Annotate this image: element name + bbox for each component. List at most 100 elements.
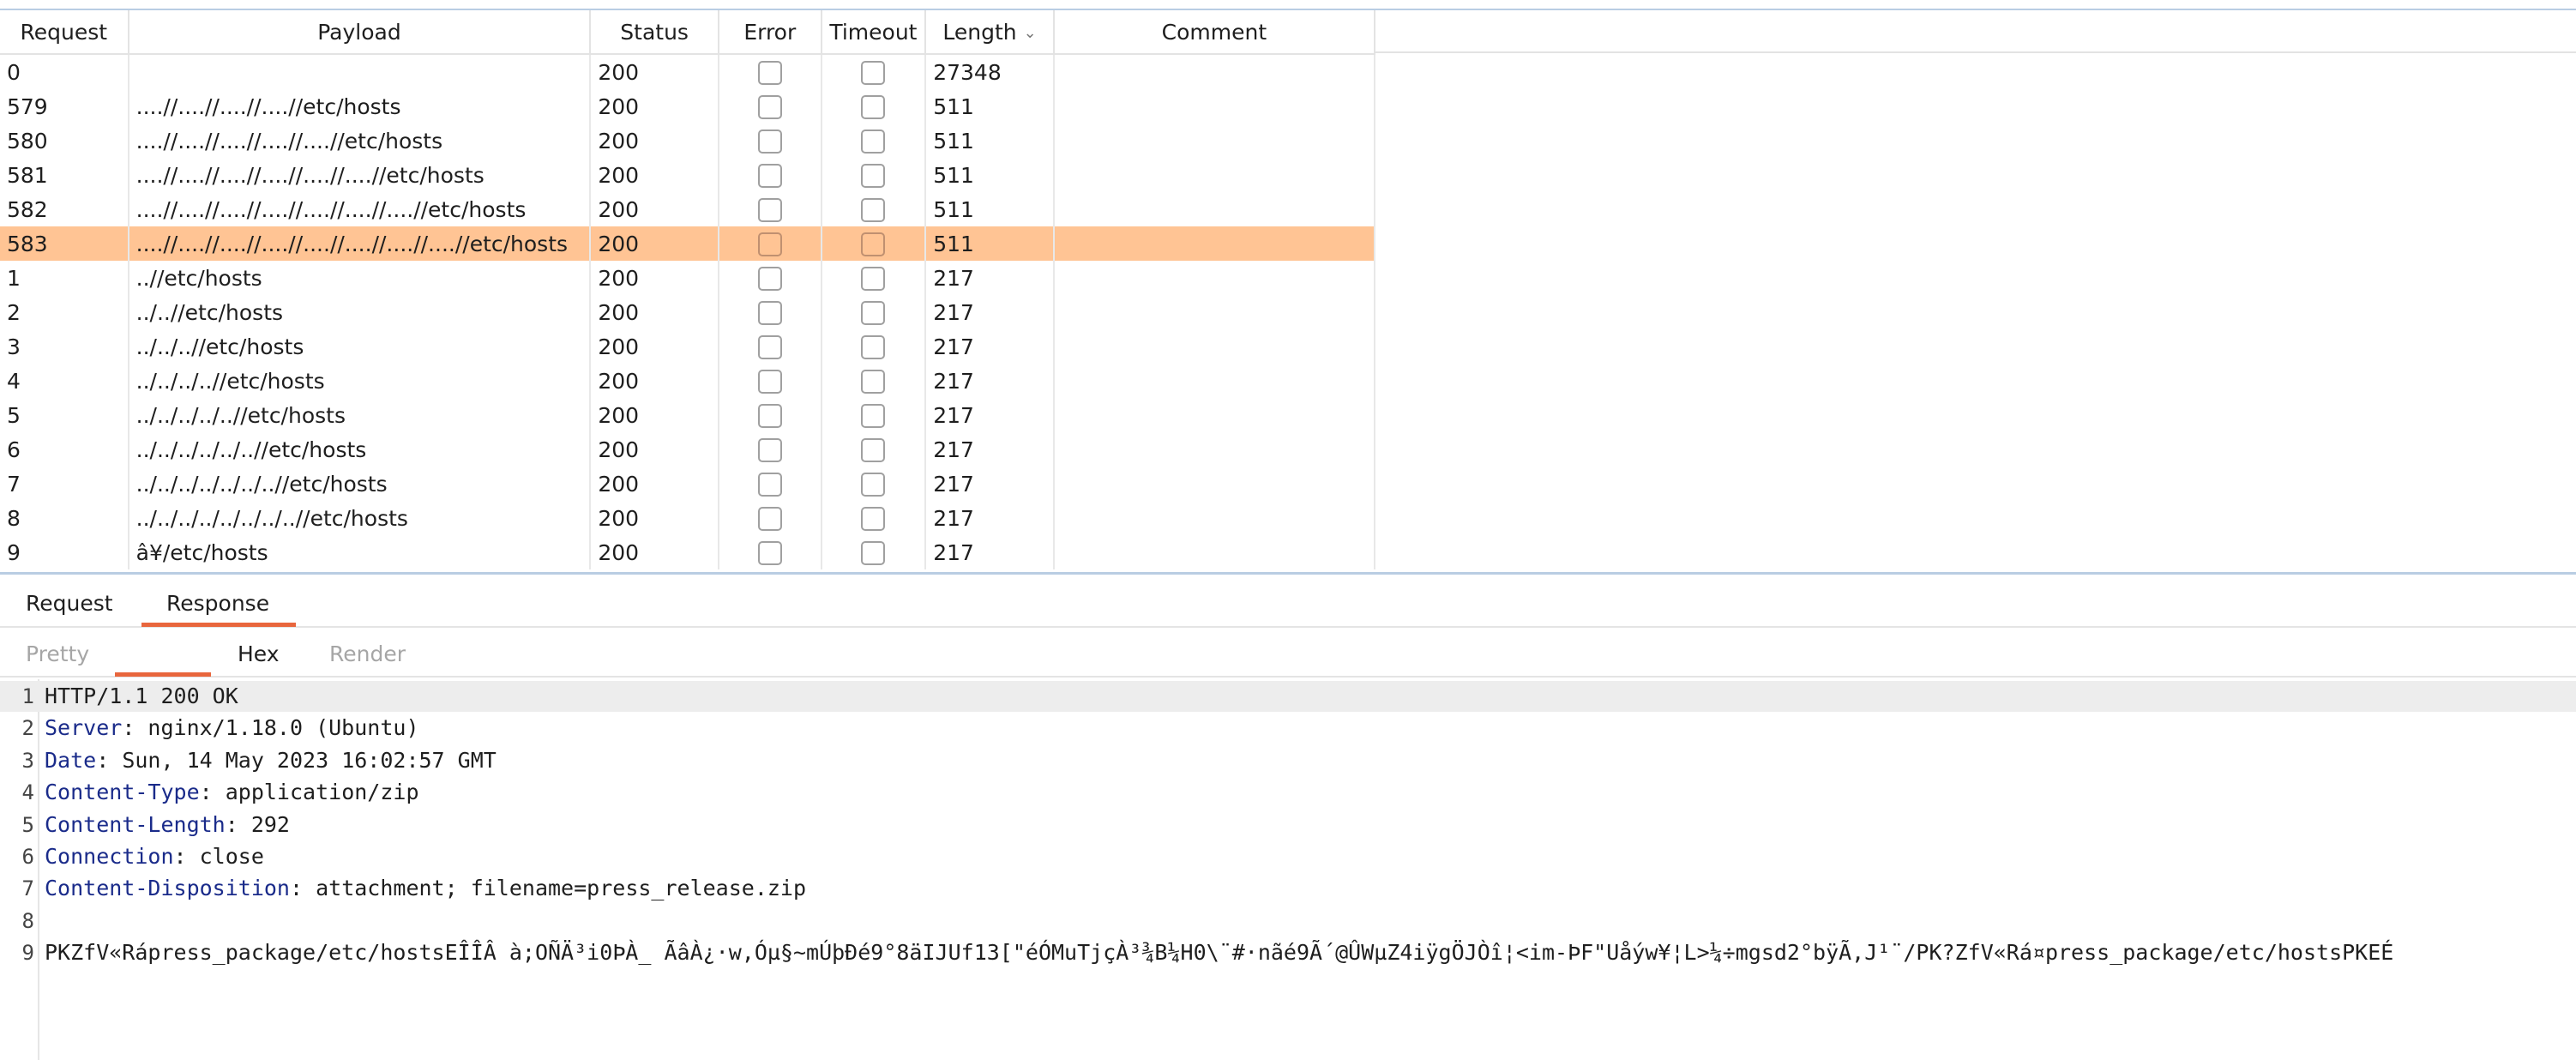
table-row[interactable]: 4 ../../../..//etc/hosts 200 217 — [0, 364, 1376, 398]
response-line: 5 Content-Length: 292 — [0, 810, 2576, 840]
cell-request: 582 — [0, 192, 129, 226]
cell-comment — [1053, 295, 1376, 329]
tab-pretty[interactable]: Pretty — [26, 628, 89, 676]
table-row[interactable]: 7 ../../../../../../..//etc/hosts 200 217 — [0, 467, 1376, 501]
response-line: 9 PKZfV«Rápress_package/etc/hostsEÎÎÂ à;O… — [0, 937, 2576, 968]
table-row[interactable]: 3 ../../..//etc/hosts 200 217 — [0, 329, 1376, 364]
error-checkbox[interactable] — [757, 267, 782, 291]
line-number: 1 — [21, 684, 34, 708]
cell-comment — [1053, 398, 1376, 432]
table-row[interactable]: 5 ../../../../..//etc/hosts 200 217 — [0, 398, 1376, 432]
cell-request: 4 — [0, 364, 129, 398]
cell-payload: â¥/etc/hosts — [128, 535, 592, 569]
error-checkbox[interactable] — [757, 541, 782, 565]
error-checkbox[interactable] — [757, 473, 782, 497]
table-row[interactable]: 9 â¥/etc/hosts 200 217 — [0, 535, 1376, 569]
header-value: : application/zip — [199, 780, 419, 805]
header-filler — [1375, 10, 2576, 53]
error-checkbox[interactable] — [757, 507, 782, 531]
cell-payload: ../../../../../../../..//etc/hosts — [128, 501, 592, 535]
cell-payload — [128, 54, 592, 89]
line-content: Connection: close — [45, 841, 264, 872]
tab-render[interactable]: Render — [329, 628, 406, 676]
timeout-checkbox[interactable] — [861, 301, 886, 325]
column-header-payload[interactable]: Payload — [128, 10, 592, 55]
cell-status: 200 — [590, 123, 719, 158]
cell-error — [718, 89, 822, 123]
active-tab-underline — [141, 623, 296, 627]
cell-timeout — [821, 398, 927, 432]
table-row[interactable]: 2 ../..//etc/hosts 200 217 — [0, 295, 1376, 329]
timeout-checkbox[interactable] — [861, 232, 886, 256]
tab-hex[interactable]: Hex — [238, 628, 280, 676]
column-header-timeout[interactable]: Timeout — [821, 10, 927, 55]
timeout-checkbox[interactable] — [861, 129, 886, 154]
table-row[interactable]: 0 200 27348 — [0, 54, 1376, 89]
error-checkbox[interactable] — [757, 232, 782, 256]
cell-payload: ../../../../../../..//etc/hosts — [128, 467, 592, 501]
timeout-checkbox[interactable] — [861, 541, 886, 565]
timeout-checkbox[interactable] — [861, 198, 886, 222]
results-table-panel: Request Payload Status Error Timeout Len… — [0, 9, 2576, 575]
header-name: Server — [45, 715, 123, 741]
cell-length: 511 — [925, 123, 1055, 158]
line-content: PKZfV«Rápress_package/etc/hostsEÎÎÂ à;OÑ… — [45, 937, 2393, 968]
header-value: PKZfV«Rápress_package/etc/hostsEÎÎÂ à;OÑ… — [45, 940, 2394, 966]
cell-status: 200 — [590, 398, 719, 432]
cell-timeout — [821, 329, 927, 364]
timeout-checkbox[interactable] — [861, 335, 886, 359]
table-row[interactable]: 582 ....//....//....//....//....//....//.… — [0, 192, 1376, 226]
timeout-checkbox[interactable] — [861, 61, 886, 85]
table-row[interactable]: 579 ....//....//....//....//etc/hosts 200 5… — [0, 89, 1376, 123]
tab-response[interactable]: Response — [166, 576, 269, 626]
cell-status: 200 — [590, 226, 719, 261]
cell-comment — [1053, 501, 1376, 535]
timeout-checkbox[interactable] — [861, 473, 886, 497]
table-row[interactable]: 6 ../../../../../..//etc/hosts 200 217 — [0, 432, 1376, 467]
cell-length: 511 — [925, 158, 1055, 192]
cell-payload: ../../../../../..//etc/hosts — [128, 432, 592, 467]
error-checkbox[interactable] — [757, 198, 782, 222]
cell-comment — [1053, 329, 1376, 364]
error-checkbox[interactable] — [757, 438, 782, 462]
error-checkbox[interactable] — [757, 404, 782, 428]
line-number: 5 — [21, 812, 34, 837]
timeout-checkbox[interactable] — [861, 164, 886, 188]
error-checkbox[interactable] — [757, 61, 782, 85]
table-row[interactable]: 580 ....//....//....//....//....//etc/hos… — [0, 123, 1376, 158]
table-row[interactable]: 583 ....//....//....//....//....//....//.… — [0, 226, 1376, 261]
column-header-length[interactable]: Length ⌄ — [925, 10, 1055, 55]
column-header-error[interactable]: Error — [718, 10, 822, 55]
response-editor[interactable]: 1 HTTP/1.1 200 OK 2 Server: nginx/1.18.0 (U… — [0, 679, 2576, 1060]
cell-comment — [1053, 89, 1376, 123]
column-header-request[interactable]: Request — [0, 10, 129, 55]
error-checkbox[interactable] — [757, 129, 782, 154]
error-checkbox[interactable] — [757, 370, 782, 394]
cell-comment — [1053, 364, 1376, 398]
table-row[interactable]: 8 ../../../../../../../..//etc/hosts 200 21… — [0, 501, 1376, 535]
cell-request: 6 — [0, 432, 129, 467]
cell-request: 9 — [0, 535, 129, 569]
timeout-checkbox[interactable] — [861, 267, 886, 291]
cell-timeout — [821, 123, 927, 158]
cell-status: 200 — [590, 501, 719, 535]
table-row[interactable]: 1 ..//etc/hosts 200 217 — [0, 261, 1376, 295]
header-value: : close — [173, 844, 264, 869]
cell-error — [718, 54, 822, 89]
timeout-checkbox[interactable] — [861, 507, 886, 531]
timeout-checkbox[interactable] — [861, 95, 886, 119]
timeout-checkbox[interactable] — [861, 404, 886, 428]
error-checkbox[interactable] — [757, 164, 782, 188]
timeout-checkbox[interactable] — [861, 438, 886, 462]
cell-timeout — [821, 501, 927, 535]
tab-request[interactable]: Request — [26, 576, 113, 626]
cell-timeout — [821, 295, 927, 329]
error-checkbox[interactable] — [757, 95, 782, 119]
cell-length: 217 — [925, 295, 1055, 329]
timeout-checkbox[interactable] — [861, 370, 886, 394]
column-header-status[interactable]: Status — [590, 10, 719, 55]
error-checkbox[interactable] — [757, 335, 782, 359]
column-header-comment[interactable]: Comment — [1053, 10, 1376, 55]
table-row[interactable]: 581 ....//....//....//....//....//....//e… — [0, 158, 1376, 192]
error-checkbox[interactable] — [757, 301, 782, 325]
